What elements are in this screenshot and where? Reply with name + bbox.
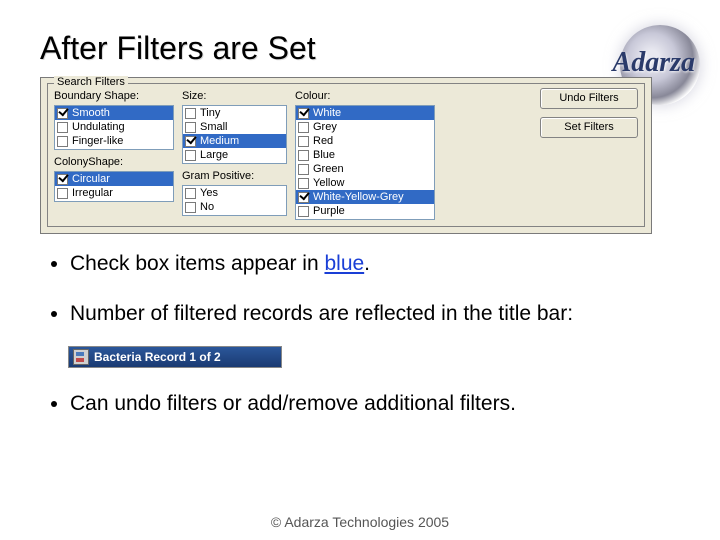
bullet-1-pre: Check box items appear in [70, 252, 324, 275]
list-item-label: Red [313, 134, 333, 148]
list-item[interactable]: Tiny [183, 106, 286, 120]
list-item-label: Medium [200, 134, 239, 148]
set-filters-button[interactable]: Set Filters [540, 117, 638, 138]
colony-listbox[interactable]: CircularIrregular [54, 171, 174, 202]
list-item[interactable]: Small [183, 120, 286, 134]
checkbox-icon[interactable] [57, 174, 68, 185]
list-item[interactable]: Green [296, 162, 434, 176]
list-item[interactable]: Yellow [296, 176, 434, 190]
bullet-2: Number of filtered records are reflected… [70, 302, 680, 326]
checkbox-icon[interactable] [185, 188, 196, 199]
colour-listbox[interactable]: WhiteGreyRedBlueGreenYellowWhite-Yellow-… [295, 105, 435, 220]
list-item-label: Irregular [72, 186, 113, 200]
list-item[interactable]: White [296, 106, 434, 120]
boundary-label: Boundary Shape: [54, 90, 174, 102]
list-item-label: Yellow [313, 176, 344, 190]
checkbox-icon[interactable] [298, 192, 309, 203]
checkbox-icon[interactable] [298, 150, 309, 161]
colour-label: Colour: [295, 90, 435, 102]
titlebar-caption: Bacteria Record 1 of 2 [94, 350, 221, 364]
checkbox-icon[interactable] [298, 178, 309, 189]
gram-listbox[interactable]: YesNo [182, 185, 287, 216]
fieldset-legend: Search Filters [54, 76, 128, 88]
list-item-label: Finger-like [72, 134, 123, 148]
list-item-label: Purple [313, 204, 345, 218]
list-item-label: Small [200, 120, 228, 134]
titlebar-example: Bacteria Record 1 of 2 [68, 346, 282, 368]
search-filters-fieldset: Search Filters Boundary Shape: SmoothUnd… [47, 83, 645, 227]
list-item[interactable]: Medium [183, 134, 286, 148]
undo-filters-button[interactable]: Undo Filters [540, 88, 638, 109]
logo-text: Adarza [613, 47, 695, 79]
list-item[interactable]: Grey [296, 120, 434, 134]
checkbox-icon[interactable] [298, 122, 309, 133]
list-item-label: White [313, 106, 341, 120]
list-item-label: Smooth [72, 106, 110, 120]
list-item[interactable]: Circular [55, 172, 173, 186]
checkbox-icon[interactable] [185, 150, 196, 161]
list-item[interactable]: White-Yellow-Grey [296, 190, 434, 204]
list-item[interactable]: Yes [183, 186, 286, 200]
list-item[interactable]: Finger-like [55, 134, 173, 148]
blue-word: blue [324, 252, 364, 275]
list-item[interactable]: Purple [296, 204, 434, 218]
list-item-label: Large [200, 148, 228, 162]
list-item[interactable]: Irregular [55, 186, 173, 200]
checkbox-icon[interactable] [298, 136, 309, 147]
list-item-label: White-Yellow-Grey [313, 190, 404, 204]
bullet-1: Check box items appear in blue. [70, 252, 680, 276]
checkbox-icon[interactable] [185, 108, 196, 119]
checkbox-icon[interactable] [185, 202, 196, 213]
list-item[interactable]: Undulating [55, 120, 173, 134]
copyright-footer: © Adarza Technologies 2005 [0, 514, 720, 530]
checkbox-icon[interactable] [298, 164, 309, 175]
list-item[interactable]: No [183, 200, 286, 214]
checkbox-icon[interactable] [57, 108, 68, 119]
checkbox-icon[interactable] [185, 136, 196, 147]
bullet-1-post: . [364, 252, 370, 275]
search-filters-panel: Search Filters Boundary Shape: SmoothUnd… [40, 77, 652, 234]
bullet-3: Can undo filters or add/remove additiona… [70, 392, 680, 416]
list-item-label: Tiny [200, 106, 220, 120]
list-item-label: No [200, 200, 214, 214]
size-listbox[interactable]: TinySmallMediumLarge [182, 105, 287, 164]
window-icon [73, 349, 89, 365]
list-item[interactable]: Large [183, 148, 286, 162]
list-item-label: Blue [313, 148, 335, 162]
colony-label: ColonyShape: [54, 156, 174, 168]
list-item[interactable]: Red [296, 134, 434, 148]
checkbox-icon[interactable] [57, 136, 68, 147]
checkbox-icon[interactable] [185, 122, 196, 133]
bullet-list-2: Can undo filters or add/remove additiona… [40, 392, 680, 416]
boundary-listbox[interactable]: SmoothUndulatingFinger-like [54, 105, 174, 150]
list-item-label: Grey [313, 120, 337, 134]
list-item[interactable]: Smooth [55, 106, 173, 120]
list-item[interactable]: Blue [296, 148, 434, 162]
list-item-label: Green [313, 162, 344, 176]
checkbox-icon[interactable] [57, 188, 68, 199]
checkbox-icon[interactable] [298, 108, 309, 119]
checkbox-icon[interactable] [57, 122, 68, 133]
list-item-label: Yes [200, 186, 218, 200]
size-label: Size: [182, 90, 287, 102]
checkbox-icon[interactable] [298, 206, 309, 217]
list-item-label: Circular [72, 172, 110, 186]
bullet-list: Check box items appear in blue. Number o… [40, 252, 680, 326]
gram-label: Gram Positive: [182, 170, 287, 182]
list-item-label: Undulating [72, 120, 125, 134]
